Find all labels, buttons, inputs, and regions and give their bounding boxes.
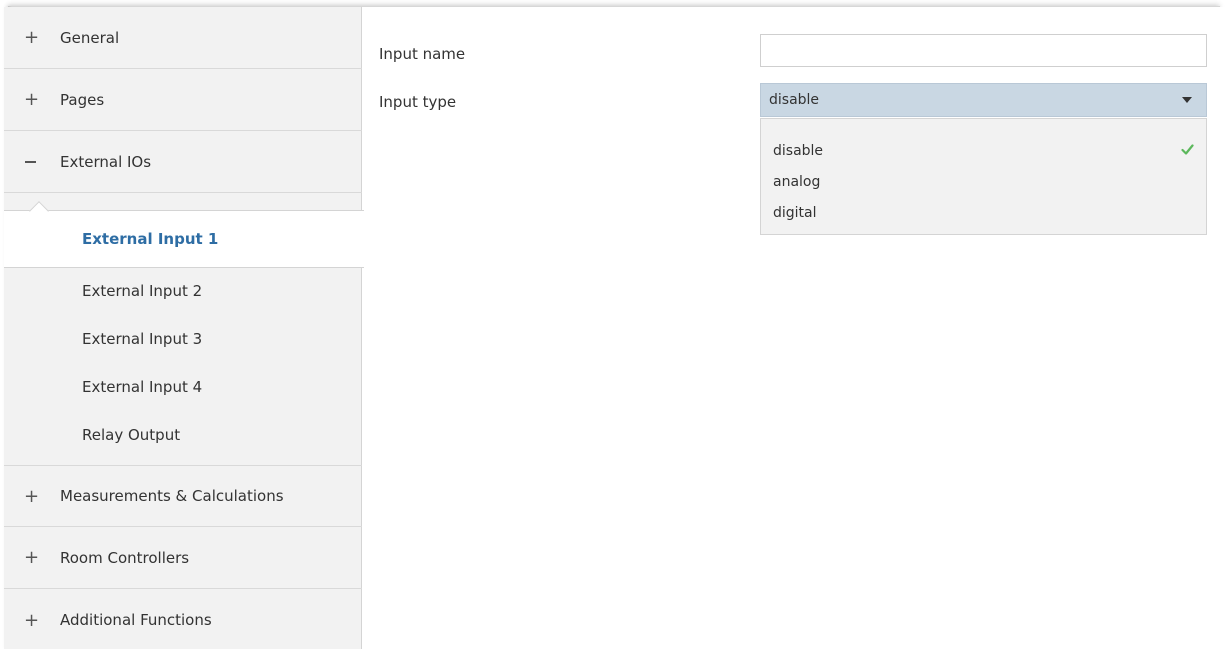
sidebar-item-label: External IOs — [60, 152, 152, 171]
sidebar-item-label: Relay Output — [82, 426, 181, 444]
sidebar-item-measurements[interactable]: + Measurements & Calculations — [4, 465, 362, 527]
sidebar-subitem-external-input-3[interactable]: External Input 3 — [4, 315, 362, 363]
input-type-dropdown: disable analog digital — [760, 118, 1207, 235]
input-type-label: Input type — [379, 93, 457, 111]
expand-plus-icon: + — [24, 485, 40, 507]
input-name-field[interactable] — [760, 34, 1207, 67]
option-digital[interactable]: digital — [761, 197, 1206, 228]
sidebar-item-label: Room Controllers — [60, 548, 190, 567]
sidebar-item-additional-functions[interactable]: + Additional Functions — [4, 589, 362, 649]
sidebar-item-label: Measurements & Calculations — [60, 487, 284, 505]
sidebar-item-general[interactable]: + General — [4, 7, 362, 69]
sidebar-item-label: External Input 3 — [82, 330, 203, 348]
option-disable[interactable]: disable — [761, 135, 1206, 166]
option-label: disable — [773, 142, 824, 159]
sidebar-item-pages[interactable]: + Pages — [4, 69, 362, 131]
checkmark-icon — [1181, 144, 1194, 155]
sidebar-item-label: General — [60, 28, 120, 47]
option-analog[interactable]: analog — [761, 166, 1206, 197]
sidebar-item-label: Additional Functions — [60, 611, 212, 629]
input-name-label: Input name — [379, 45, 466, 63]
sidebar-item-label: External Input 1 — [82, 230, 219, 248]
expand-plus-icon: + — [24, 89, 40, 110]
expand-plus-icon: + — [24, 547, 40, 568]
expand-plus-icon: + — [24, 27, 40, 48]
sidebar: + General + Pages External IOs External … — [4, 7, 364, 649]
collapse-minus-icon — [4, 160, 60, 163]
sidebar-subitem-relay-output[interactable]: Relay Output — [4, 411, 362, 459]
sidebar-item-label: External Input 2 — [82, 282, 203, 300]
sidebar-subitem-external-input-4[interactable]: External Input 4 — [4, 363, 362, 411]
parameter-panel: Input name Input type disable disable an… — [362, 7, 1229, 649]
sidebar-item-label: Pages — [60, 90, 105, 109]
sidebar-subitem-external-input-1[interactable]: External Input 1 — [4, 210, 364, 268]
sidebar-subitem-external-input-2[interactable]: External Input 2 — [4, 267, 362, 315]
option-label: digital — [773, 204, 817, 221]
input-type-select[interactable]: disable — [760, 83, 1207, 117]
expand-plus-icon: + — [24, 609, 40, 631]
option-label: analog — [773, 173, 821, 190]
sidebar-item-label: External Input 4 — [82, 378, 203, 396]
sidebar-item-external-ios[interactable]: External IOs — [4, 131, 362, 193]
select-value: disable — [769, 92, 820, 108]
sidebar-item-room-controllers[interactable]: + Room Controllers — [4, 527, 362, 589]
chevron-down-icon — [1182, 97, 1192, 103]
